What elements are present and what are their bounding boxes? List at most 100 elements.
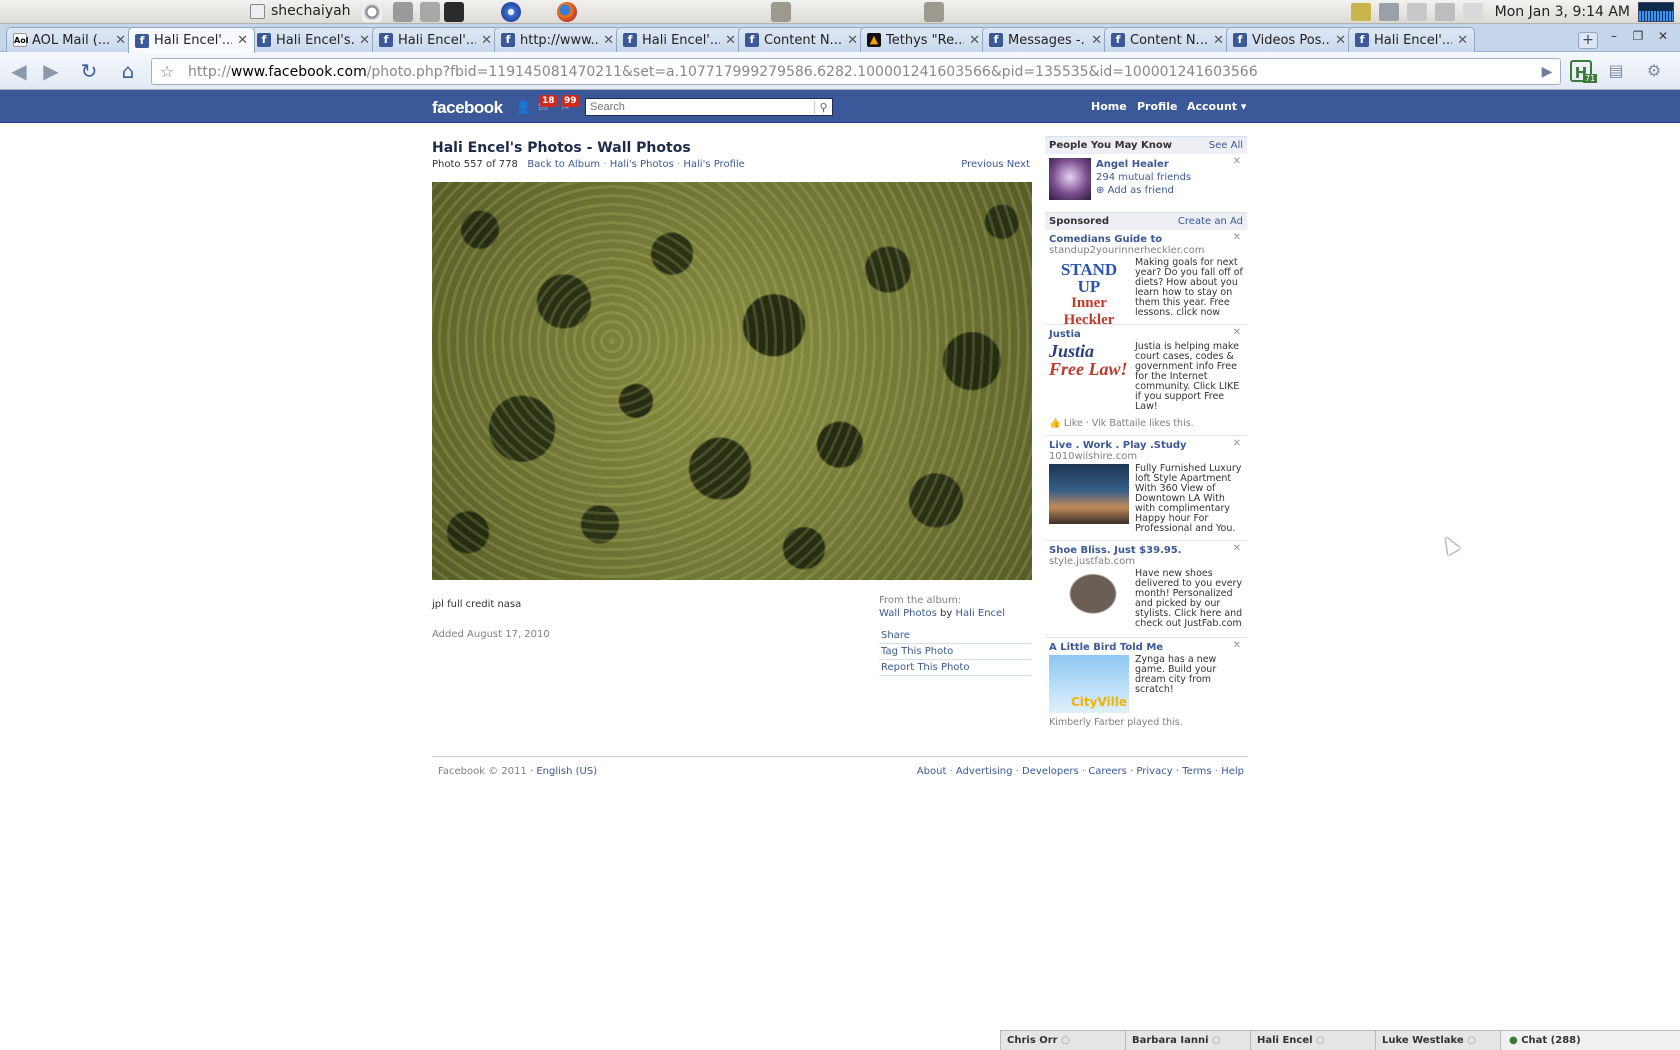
- close-icon[interactable]: ✕: [1233, 640, 1241, 651]
- close-icon[interactable]: ✕: [1233, 327, 1241, 338]
- browser-tab[interactable]: f http://www... ✕: [494, 27, 621, 52]
- friend-requests-icon[interactable]: 👤: [516, 101, 531, 113]
- previous-photo-link[interactable]: Previous: [961, 159, 1003, 170]
- footer-link-careers[interactable]: Careers: [1088, 766, 1127, 777]
- browser-tab[interactable]: f Hali Encel's... ✕: [250, 27, 377, 52]
- close-icon[interactable]: ✕: [1233, 543, 1241, 554]
- close-tab-icon[interactable]: ✕: [237, 33, 248, 48]
- create-ad-link[interactable]: Create an Ad: [1178, 213, 1243, 231]
- chat-toggle-button[interactable]: ● Chat (288): [1501, 1031, 1680, 1050]
- close-tab-icon[interactable]: ✕: [969, 33, 980, 48]
- footer-link-privacy[interactable]: Privacy: [1136, 766, 1172, 777]
- see-all-link[interactable]: See All: [1209, 137, 1243, 155]
- browser-tab[interactable]: f Hali Encel'... ✕: [1348, 27, 1475, 52]
- ad-image[interactable]: [1049, 655, 1129, 713]
- ad-title[interactable]: Shoe Bliss. Just $39.95.: [1049, 545, 1243, 556]
- browser-tab[interactable]: Aol AOL Mail (... ✕: [6, 27, 133, 52]
- browser-tab[interactable]: f Content N... ✕: [738, 27, 865, 52]
- close-tab-icon[interactable]: ✕: [725, 33, 736, 48]
- address-bar[interactable]: ☆ http://www.facebook.com/photo.php?fbid…: [151, 58, 1561, 85]
- firefox-launcher-icon[interactable]: [557, 2, 577, 22]
- browser-tab[interactable]: f Hali Encel'... ✕: [616, 27, 743, 52]
- footer-link-help[interactable]: Help: [1221, 766, 1244, 777]
- nav-home[interactable]: Home: [1091, 90, 1127, 123]
- ad-image[interactable]: [1049, 464, 1129, 524]
- close-tab-icon[interactable]: ✕: [115, 33, 126, 48]
- ad-item[interactable]: ✕ Justia Justia Free Law! Justia is helpi…: [1045, 325, 1247, 436]
- close-tab-icon[interactable]: ✕: [603, 33, 614, 48]
- footer-link-developers[interactable]: Developers: [1022, 766, 1079, 777]
- back-arrow-icon[interactable]: ◀: [8, 60, 30, 82]
- browser-tab[interactable]: ▲ Tethys "Re... ✕: [860, 27, 987, 52]
- close-tab-icon[interactable]: ✕: [1213, 33, 1224, 48]
- footer-link-terms[interactable]: Terms: [1182, 766, 1211, 777]
- close-window-button[interactable]: ✕: [1652, 28, 1674, 44]
- next-photo-link[interactable]: Next: [1007, 159, 1030, 170]
- ad-title[interactable]: Justia: [1049, 329, 1243, 340]
- go-arrow-icon[interactable]: ▶: [1534, 64, 1560, 80]
- ad-title[interactable]: Live . Work . Play .Study: [1049, 440, 1243, 451]
- facebook-logo[interactable]: facebook: [432, 98, 503, 118]
- wrench-icon[interactable]: ⚙: [1643, 60, 1665, 82]
- chat-tab[interactable]: Hali Encel ○: [1251, 1031, 1376, 1050]
- close-tab-icon[interactable]: ✕: [359, 33, 370, 48]
- close-tab-icon[interactable]: ✕: [1091, 33, 1102, 48]
- forward-arrow-icon[interactable]: ▶: [40, 60, 62, 82]
- close-icon[interactable]: ✕: [1233, 232, 1241, 243]
- new-tab-button[interactable]: +: [1578, 32, 1598, 49]
- share-link[interactable]: Share: [879, 628, 1032, 644]
- page-menu-icon[interactable]: ▤: [1605, 60, 1627, 82]
- search-input[interactable]: [586, 99, 814, 115]
- ad-image[interactable]: Justia Free Law!: [1049, 342, 1129, 404]
- display-icon[interactable]: [1350, 3, 1371, 21]
- halis-photos-link[interactable]: Hali's Photos: [610, 159, 674, 170]
- ad-item[interactable]: ✕ Comedians Guide to standup2yourinnerhe…: [1045, 230, 1247, 328]
- close-icon[interactable]: ✕: [1233, 438, 1241, 449]
- facebook-search[interactable]: ⚲: [585, 98, 833, 116]
- tag-photo-link[interactable]: Tag This Photo: [879, 644, 1032, 660]
- power-icon[interactable]: [362, 2, 382, 22]
- album-link[interactable]: Wall Photos: [879, 608, 937, 619]
- browser-tab[interactable]: f Messages -... ✕: [982, 27, 1109, 52]
- url-text[interactable]: http://www.facebook.com/photo.php?fbid=1…: [182, 64, 1534, 80]
- system-monitor-icon[interactable]: [1638, 2, 1674, 22]
- footer-link-about[interactable]: About: [917, 766, 947, 777]
- home-icon[interactable]: ⌂: [117, 60, 139, 82]
- nav-account[interactable]: Account ▾: [1187, 90, 1246, 123]
- halis-profile-link[interactable]: Hali's Profile: [683, 159, 744, 170]
- mail-icon[interactable]: [1406, 3, 1427, 21]
- mutual-friends-link[interactable]: 294 mutual friends: [1096, 171, 1191, 184]
- volume-icon[interactable]: [1378, 3, 1399, 21]
- browser-tab[interactable]: f Content N... ✕: [1104, 27, 1231, 52]
- minimize-button[interactable]: –: [1603, 28, 1625, 44]
- like-icon[interactable]: 👍: [1049, 418, 1061, 429]
- ad-title[interactable]: A Little Bird Told Me: [1049, 642, 1243, 653]
- search-icon[interactable]: ⚲: [814, 100, 832, 114]
- close-tab-icon[interactable]: ✕: [847, 33, 858, 48]
- browser-tab[interactable]: f Hali Encel'... ✕: [128, 27, 255, 53]
- ad-image[interactable]: [1049, 569, 1129, 631]
- language-link[interactable]: English (US): [536, 766, 597, 777]
- reload-icon[interactable]: ↻: [78, 60, 100, 82]
- chat-tab[interactable]: Luke Westlake ○: [1376, 1031, 1501, 1050]
- clock[interactable]: Mon Jan 3, 9:14 AM: [1495, 4, 1630, 20]
- report-photo-link[interactable]: Report This Photo: [879, 660, 1032, 676]
- add-friend-link[interactable]: Add as friend: [1108, 185, 1174, 196]
- ad-item[interactable]: ✕ Shoe Bliss. Just $39.95. style.justfab…: [1045, 541, 1247, 638]
- ad-item[interactable]: ✕ Live . Work . Play .Study 1010wilshire…: [1045, 436, 1247, 541]
- nav-profile[interactable]: Profile: [1137, 90, 1177, 123]
- chrome-launcher-icon[interactable]: [501, 2, 521, 22]
- network-icon[interactable]: [1462, 3, 1483, 21]
- close-tab-icon[interactable]: ✕: [1335, 33, 1346, 48]
- pymk-name[interactable]: Angel Healer: [1096, 158, 1191, 171]
- terminal-icon[interactable]: [444, 2, 464, 22]
- bookmark-star-icon[interactable]: ☆: [152, 62, 182, 81]
- preferences-icon[interactable]: [420, 2, 440, 22]
- chat-tab[interactable]: Barbara Ianni ○: [1126, 1031, 1251, 1050]
- owner-link[interactable]: Hali Encel: [956, 608, 1005, 619]
- close-tab-icon[interactable]: ✕: [1457, 33, 1468, 48]
- folder-icon[interactable]: [771, 2, 791, 22]
- browser-tab[interactable]: f Videos Pos... ✕: [1226, 27, 1353, 52]
- ad-item[interactable]: ✕ A Little Bird Told Me Zynga has a new …: [1045, 638, 1247, 734]
- ad-title[interactable]: Comedians Guide to: [1049, 234, 1243, 245]
